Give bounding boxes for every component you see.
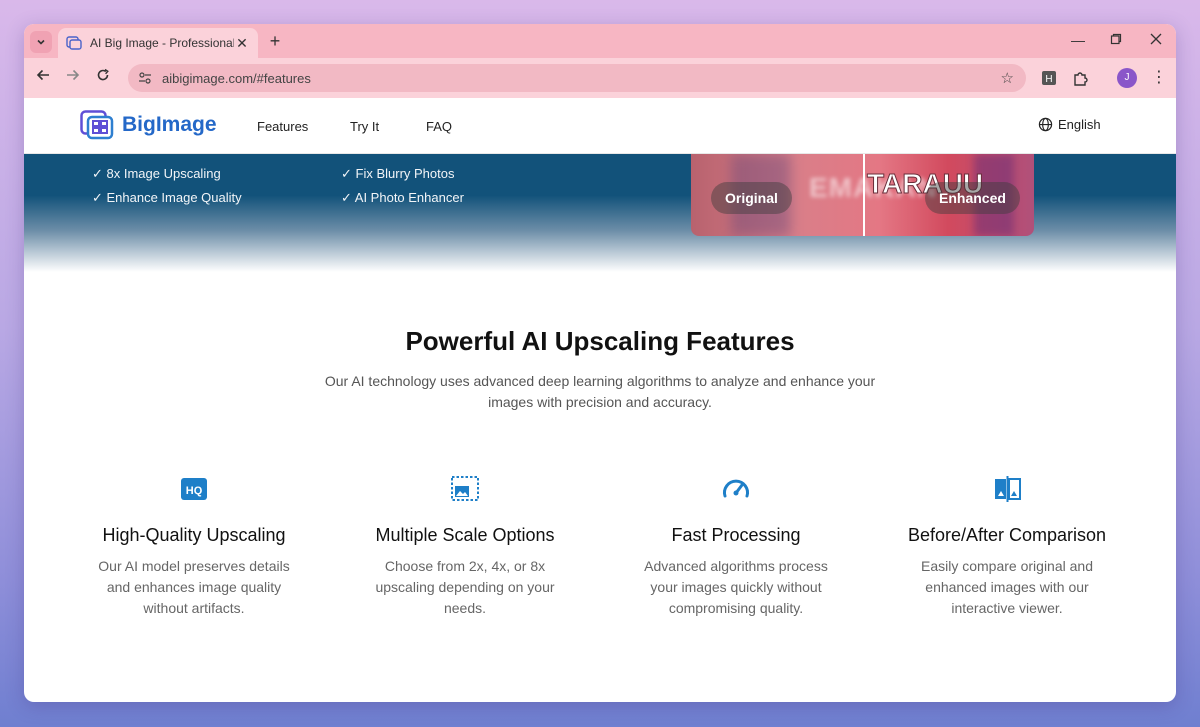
language-label: English [1058,117,1101,132]
feature-title: Multiple Scale Options [375,525,555,545]
profile-avatar[interactable]: J [1117,68,1137,88]
globe-icon [1038,117,1053,132]
feature-card: HQ High-Quality Upscaling Our AI model p… [69,474,319,619]
site-info-icon[interactable] [138,71,152,85]
enhanced-label: Enhanced [925,182,1020,214]
star-icon[interactable]: ☆ [1001,69,1014,87]
hero-section: ✓ 8x Image Upscaling ✓ Enhance Image Qua… [24,154,1176,272]
browser-window: AI Big Image - Professional Ima ✕ + — ai… [24,24,1176,702]
feature-card: Fast Processing Advanced algorithms proc… [611,474,861,619]
browser-toolbar: aibigimage.com/#features ☆ H J ⋮ [24,58,1176,98]
nav-features[interactable]: Features [257,119,308,134]
forward-icon[interactable] [62,67,84,89]
compare-icon [995,476,1021,502]
language-selector[interactable]: English [1038,117,1101,132]
feature-title: High-Quality Upscaling [102,525,286,545]
tab-strip: AI Big Image - Professional Ima ✕ + — [24,24,1176,58]
url-text[interactable]: aibigimage.com/#features [162,71,311,86]
minimize-icon[interactable]: — [1068,32,1088,48]
nav-faq[interactable]: FAQ [426,119,452,134]
features-subtitle: Our AI technology uses advanced deep lea… [324,373,876,410]
original-label: Original [711,182,792,214]
chevron-down-icon [37,39,45,45]
check-item: ✓ Fix Blurry Photos [341,166,455,181]
tab-search-button[interactable] [30,31,52,53]
compare-slider-handle[interactable] [863,154,865,236]
check-item: ✓ 8x Image Upscaling [92,166,221,181]
restore-icon[interactable] [1106,32,1126,48]
feature-description: Easily compare original and enhanced ima… [921,558,1093,616]
kebab-menu-icon[interactable]: ⋮ [1150,69,1168,87]
image-scale-icon [451,476,479,501]
features-title: Powerful AI Upscaling Features [405,326,795,356]
feature-description: Advanced algorithms process your images … [644,558,828,616]
close-window-icon[interactable] [1146,32,1166,48]
address-bar[interactable]: aibigimage.com/#features ☆ [128,64,1026,92]
logo-icon [80,110,114,140]
feature-title: Before/After Comparison [907,525,1107,545]
new-tab-button[interactable]: + [264,30,286,52]
logo-text: BigImage [122,113,217,136]
puzzle-icon[interactable] [1072,69,1090,87]
reload-icon[interactable] [92,67,114,89]
check-item: ✓ AI Photo Enhancer [341,190,464,205]
back-icon[interactable] [32,67,54,89]
nav-try-it[interactable]: Try It [350,119,379,134]
tab-title: AI Big Image - Professional Ima [90,36,234,50]
speedometer-icon [723,479,749,498]
svg-text:HQ: HQ [186,485,203,497]
feature-description: Our AI model preserves details and enhan… [98,558,290,616]
check-item: ✓ Enhance Image Quality [92,190,242,205]
before-after-viewer[interactable]: EMAKAN TARAUU Original Enhanced [691,154,1034,236]
feature-card: Multiple Scale Options Choose from 2x, 4… [340,474,590,619]
feature-description: Choose from 2x, 4x, or 8x upscaling depe… [375,558,555,616]
close-tab-icon[interactable]: ✕ [234,35,250,52]
logo[interactable]: BigImage [80,110,217,140]
extension-icon[interactable]: H [1042,71,1056,85]
feature-title: Fast Processing [671,525,801,545]
active-tab[interactable]: AI Big Image - Professional Ima ✕ [58,28,258,58]
hq-icon: HQ [181,478,207,500]
feature-card: Before/After Comparison Easily compare o… [882,474,1132,619]
site-header: BigImage Features Try It FAQ English [24,98,1176,154]
favicon [66,36,82,50]
